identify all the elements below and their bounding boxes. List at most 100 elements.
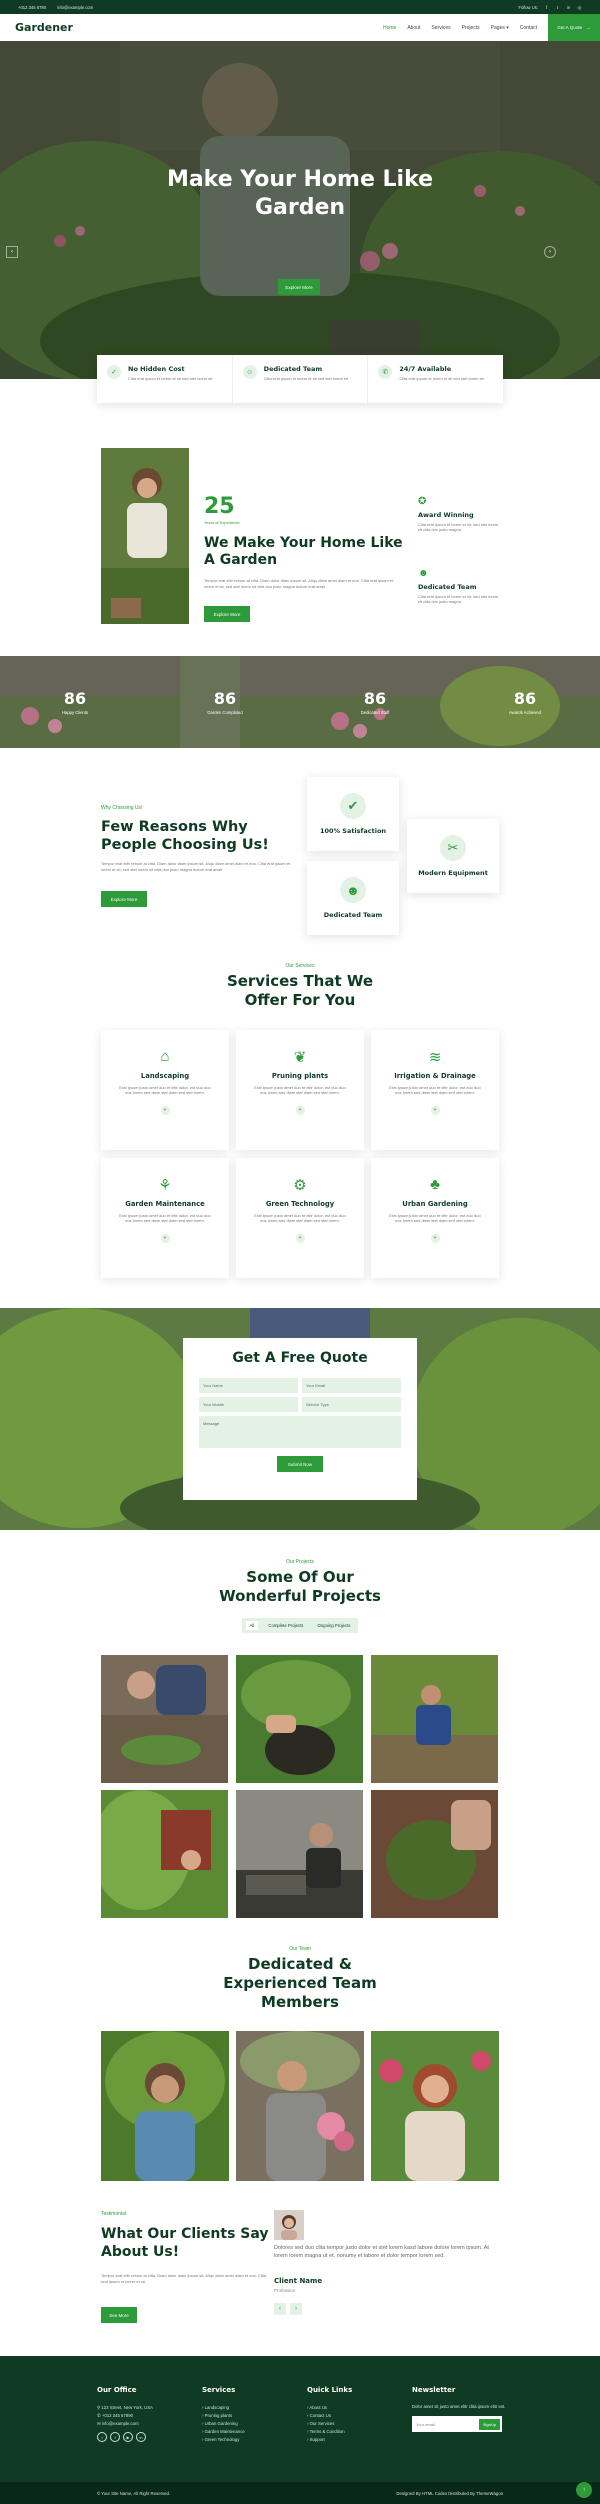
client-avatar (274, 2210, 304, 2240)
project-image[interactable] (371, 1655, 498, 1783)
youtube-icon[interactable]: ▶ (123, 2432, 133, 2442)
service-card[interactable]: ⚙ Green Technology Erat ipsum justo amet… (236, 1158, 364, 1278)
feature-item: ☺ Dedicated Team Clita erat ipsum et lore… (233, 355, 369, 403)
feature-title: Dedicated Team (263, 365, 323, 373)
team-member-image[interactable] (371, 2031, 499, 2181)
back-to-top-icon[interactable]: ↑ (576, 2482, 592, 2498)
next-testimonial-icon[interactable]: › (290, 2303, 302, 2315)
facebook-icon[interactable]: f (544, 5, 549, 10)
carousel-prev-icon[interactable]: ‹ (6, 246, 18, 258)
counter-label: Awards Achieved (508, 710, 542, 715)
plus-icon[interactable]: + (430, 1105, 440, 1115)
quote-form: Get A Free Quote Your Name Your Email Yo… (183, 1338, 417, 1500)
filter-all[interactable]: All (245, 1621, 259, 1630)
mobile-input[interactable]: Your Mobile (199, 1397, 298, 1412)
team-member-image[interactable] (101, 2031, 229, 2181)
feature-item: ✓ No Hidden Cost Clita erat ipsum et lore… (97, 355, 233, 403)
follow-label: Follow Us: (518, 4, 538, 10)
nav-about[interactable]: About (407, 25, 420, 31)
footer-link-label: About Us (309, 2405, 328, 2410)
footer-link[interactable]: › Pruning plants (202, 2412, 245, 2420)
project-image[interactable] (236, 1790, 363, 1918)
nav-services[interactable]: Services (431, 25, 450, 31)
nav-pages[interactable]: Pages ▾ (491, 25, 509, 31)
prev-testimonial-icon[interactable]: ‹ (274, 2303, 286, 2315)
service-card[interactable]: ≋ Irrigation & Drainage Erat ipsum justo… (371, 1030, 499, 1150)
service-card[interactable]: ⌂ Landscaping Erat ipsum justo amet duo … (101, 1030, 229, 1150)
filter-ongoing[interactable]: Ongoing Projects (313, 1621, 354, 1630)
get-quote-button[interactable]: Get A Quote → (548, 14, 600, 41)
service-type-input[interactable]: Service Type (302, 1397, 401, 1412)
nav-pages-label: Pages (490, 24, 505, 31)
linkedin-icon[interactable]: in (566, 5, 571, 10)
footer-link[interactable]: › Our Services (307, 2420, 352, 2428)
site-logo[interactable]: Gardener (15, 21, 73, 34)
testimonial-title: What Our Clients Say About Us! (101, 2226, 269, 2260)
signup-button[interactable]: SignUp (478, 2418, 500, 2430)
why-explore-button[interactable]: Explore More (101, 891, 147, 907)
project-image[interactable] (101, 1655, 228, 1783)
footer-link[interactable]: › Contact Us (307, 2412, 352, 2420)
email-text: info@example.com (57, 4, 94, 10)
team-header: Our Team Dedicated & Experienced Team Memb… (0, 1946, 600, 2012)
counter-label: Dedicated Staff (360, 710, 390, 715)
quote-title: Get A Free Quote (232, 1350, 368, 1366)
about-explore-button[interactable]: Explore More (204, 606, 250, 622)
team-member-image[interactable] (236, 2031, 364, 2181)
twitter-icon[interactable]: t (97, 2432, 107, 2442)
footer-link[interactable]: › Urban Gardening (202, 2420, 245, 2428)
get-quote-label: Get A Quote (557, 25, 583, 30)
service-card[interactable]: ❦ Pruning plants Erat ipsum justo amet d… (236, 1030, 364, 1150)
plus-icon[interactable]: + (430, 1233, 440, 1243)
footer-link[interactable]: › About Us (307, 2404, 352, 2412)
plus-icon[interactable]: + (160, 1105, 170, 1115)
service-card[interactable]: ♣ Urban Gardening Erat ipsum justo amet … (371, 1158, 499, 1278)
footer-services-title: Services (202, 2386, 236, 2394)
nav-home[interactable]: Home (383, 25, 396, 31)
newsletter-email-input[interactable]: Your email (416, 2422, 479, 2427)
services-title: Services That We Offer For You (0, 972, 600, 1010)
footer-office-title: Our Office (97, 2386, 137, 2394)
nav-projects[interactable]: Projects (462, 25, 480, 31)
award-block: ✪ Award Winning Clita erat ipsum et lore… (418, 496, 500, 532)
instagram-icon[interactable]: ◎ (577, 5, 582, 10)
twitter-icon[interactable]: t (555, 5, 560, 10)
nav-contact[interactable]: Contact (520, 25, 537, 31)
designer-credit[interactable]: Designed By HTML Codex Distributed By Th… (396, 2491, 503, 2496)
plus-icon[interactable]: + (295, 1105, 305, 1115)
service-card[interactable]: ⚘ Garden Maintenance Erat ipsum justo am… (101, 1158, 229, 1278)
team-block: ☻ Dedicated Team Clita erat ipsum et lor… (418, 568, 500, 604)
linkedin-icon[interactable]: in (136, 2432, 146, 2442)
service-text: Erat ipsum justo amet duo et elitr dolor… (254, 1085, 346, 1096)
email-input[interactable]: Your Email (302, 1378, 401, 1393)
name-input[interactable]: Your Name (199, 1378, 298, 1393)
team-title-line3: Members (261, 1993, 339, 2011)
newsletter-title: Newsletter (412, 2386, 456, 2394)
plus-icon[interactable]: + (160, 1233, 170, 1243)
project-image[interactable] (101, 1790, 228, 1918)
project-image[interactable] (371, 1790, 498, 1918)
project-image[interactable] (236, 1655, 363, 1783)
plus-icon[interactable]: + (295, 1233, 305, 1243)
footer-link[interactable]: › Support (307, 2436, 352, 2444)
top-bar: +012 345 6780 info@example.com Follow Us… (0, 0, 600, 14)
filter-complete[interactable]: Complete Projects (264, 1621, 307, 1630)
service-text: Erat ipsum justo amet duo et elitr dolor… (119, 1085, 211, 1096)
footer-link[interactable]: › Green Technology (202, 2436, 245, 2444)
technology-icon: ⚙ (293, 1177, 307, 1194)
message-textarea[interactable]: Message (199, 1416, 401, 1448)
quote-section: Get A Free Quote Your Name Your Email Yo… (0, 1308, 600, 1530)
footer-link-label: Our Services (309, 2421, 335, 2426)
submit-button[interactable]: Submit Now (277, 1456, 323, 1472)
why-text: Tempor erat elitr rebum at clita. Diam d… (101, 861, 291, 872)
see-more-button[interactable]: See More (101, 2307, 137, 2323)
hero-explore-button[interactable]: Explore More (278, 279, 320, 295)
footer-link[interactable]: › Garden Maintenance (202, 2428, 245, 2436)
footer-links: Quick Links › About Us › Contact Us › Ou… (307, 2386, 352, 2444)
carousel-next-icon[interactable]: › (544, 246, 556, 258)
projects-header: Our Projects Some Of Our Wonderful Projec… (0, 1559, 600, 1633)
footer-link[interactable]: › Terms & Condition (307, 2428, 352, 2436)
facebook-icon[interactable]: f (110, 2432, 120, 2442)
footer-link[interactable]: › Landscaping (202, 2404, 245, 2412)
service-title: Urban Gardening (402, 1200, 468, 1208)
